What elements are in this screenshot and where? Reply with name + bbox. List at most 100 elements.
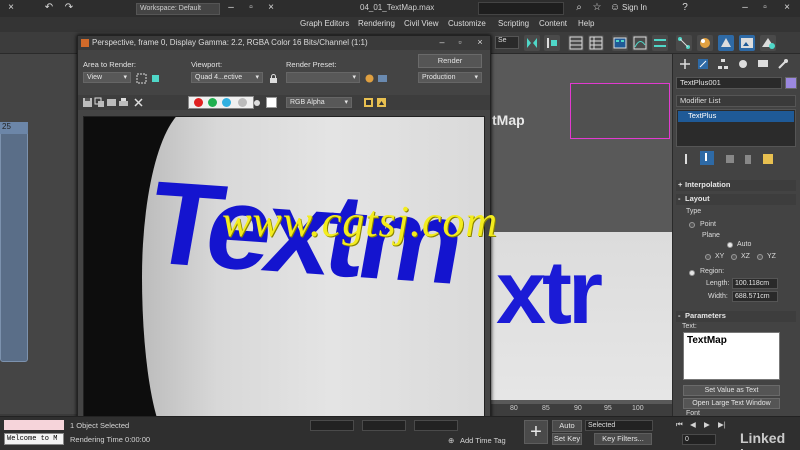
search-icon[interactable]: ⌕ [570,1,588,15]
time-tag-icon[interactable]: ⊕ [448,436,454,445]
menu-help[interactable]: Help [578,19,594,28]
main-close-icon[interactable]: × [778,1,796,15]
save-image-icon[interactable] [82,97,93,108]
scene-explorer-icon[interactable] [568,35,584,51]
set-value-as-text-button[interactable]: Set Value as Text [683,385,780,396]
menu-graph-editors[interactable]: Graph Editors [300,19,349,28]
clear-image-icon[interactable] [133,97,144,108]
render-window-minimize-icon[interactable]: – [434,37,450,48]
remove-modifier-icon[interactable] [742,153,754,165]
y-coordinate-field[interactable] [362,420,406,431]
material-editor-icon[interactable] [697,35,713,51]
go-to-start-icon[interactable]: ⏮ [676,420,683,430]
copy-image-icon[interactable] [94,97,105,108]
timeline-ruler[interactable]: 80 85 90 95 100 [488,404,672,416]
modify-tab-icon[interactable] [697,58,709,70]
show-end-result-icon[interactable] [700,151,714,165]
ribbon-icon[interactable] [612,35,628,51]
red-channel-toggle[interactable] [194,98,203,107]
edit-region-icon[interactable] [136,73,147,84]
point-radio[interactable] [689,222,695,228]
layer-explorer-icon[interactable] [588,35,604,51]
render-window-close-icon[interactable]: × [472,37,488,48]
menu-content[interactable]: Content [539,19,567,28]
rollout-interpolation[interactable]: Interpolation [676,180,796,191]
configure-modifier-sets-icon[interactable] [762,153,774,165]
menu-civil-view[interactable]: Civil View [404,19,439,28]
curve-editor-icon[interactable] [632,35,648,51]
display-channel-dropdown[interactable]: RGB Alpha [286,97,352,108]
auto-region-icon[interactable] [150,73,161,84]
mirror-icon[interactable] [524,35,540,51]
set-key-button[interactable]: Set Key [552,433,582,445]
object-name-field[interactable]: TextPlus001 [676,77,782,89]
green-channel-toggle[interactable] [208,98,217,107]
render-setup-small-icon[interactable] [364,73,375,84]
restore-icon[interactable]: ▫ [242,1,260,15]
display-tab-icon[interactable] [757,58,769,70]
render-window-title-bar[interactable]: Perspective, frame 0, Display Gamma: 2.2… [78,36,490,50]
main-minimize-icon[interactable]: – [736,1,754,15]
toggle-ui-overlay-icon[interactable] [363,97,374,108]
modifier-list-dropdown[interactable]: Modifier List [676,95,796,107]
node-box[interactable] [0,122,28,362]
z-coordinate-field[interactable] [414,420,458,431]
object-color-swatch[interactable] [785,77,797,89]
menu-scripting[interactable]: Scripting [498,19,529,28]
alpha-channel-toggle[interactable] [238,98,247,107]
maxscript-listener-bar[interactable] [4,420,64,430]
auto-key-button[interactable]: Auto Key [552,420,582,440]
previous-frame-icon[interactable]: ◀ [690,420,696,429]
dope-sheet-icon[interactable] [652,35,668,51]
minimize-icon[interactable]: – [222,1,240,15]
render-setup-icon[interactable] [718,35,734,51]
app-redo-icon[interactable]: ↷ [60,1,78,15]
app-close-icon[interactable]: × [2,1,20,15]
length-spinner[interactable]: 100.118cm [732,278,778,289]
render-button[interactable]: Render [418,54,482,68]
rollout-parameters[interactable]: Parameters [676,311,796,322]
text-input-area[interactable]: TextMap [683,332,780,380]
main-restore-icon[interactable]: ▫ [756,1,774,15]
swatch-toggle[interactable] [266,97,277,108]
pin-stack-icon[interactable] [680,153,692,165]
set-key-big-button[interactable]: + [524,420,548,444]
create-tab-icon[interactable] [679,58,691,70]
auto-radio[interactable] [727,242,733,248]
render-canvas[interactable]: Textm [83,116,485,419]
current-frame-field[interactable]: 0 [682,434,716,445]
schematic-view-icon[interactable] [676,35,692,51]
close-icon[interactable]: × [262,1,280,15]
render-preset-dropdown[interactable] [286,72,360,83]
selection-set-dropdown[interactable]: Se [495,36,519,49]
star-icon[interactable]: ☆ [588,1,606,15]
monochrome-toggle[interactable] [254,100,260,106]
utilities-tab-icon[interactable] [777,58,789,70]
next-frame-icon[interactable]: ▶| [718,420,726,429]
search-input[interactable] [478,2,564,15]
xz-radio[interactable] [731,254,737,260]
render-production-icon[interactable] [760,35,776,51]
width-spinner[interactable]: 688.571cm [732,291,778,302]
viewport-dropdown[interactable]: Quad 4...ective [191,72,263,83]
selected-dropdown[interactable]: Selected [585,420,653,431]
app-back-icon[interactable]: ↶ [40,1,58,15]
lock-icon[interactable] [268,73,279,84]
toggle-ui-icon[interactable] [376,97,387,108]
align-icon[interactable] [544,35,560,51]
workspace-dropdown[interactable]: Workspace: Default [136,3,220,15]
maxscript-mini-listener[interactable]: Welcome to M [4,433,64,445]
open-large-text-window-button[interactable]: Open Large Text Window [683,398,780,409]
clone-window-icon[interactable] [106,97,117,108]
production-dropdown[interactable]: Production [418,72,482,83]
motion-tab-icon[interactable] [737,58,749,70]
area-to-render-dropdown[interactable]: View [83,72,131,83]
rendered-frame-window-icon[interactable] [739,35,755,51]
menu-rendering[interactable]: Rendering [358,19,395,28]
add-time-tag-text[interactable]: Add Time Tag [460,436,506,445]
help-icon[interactable]: ? [676,1,694,15]
blue-channel-toggle[interactable] [222,98,231,107]
print-image-icon[interactable] [118,97,129,108]
region-radio[interactable] [689,270,695,276]
render-window-maximize-icon[interactable]: ▫ [452,37,468,48]
